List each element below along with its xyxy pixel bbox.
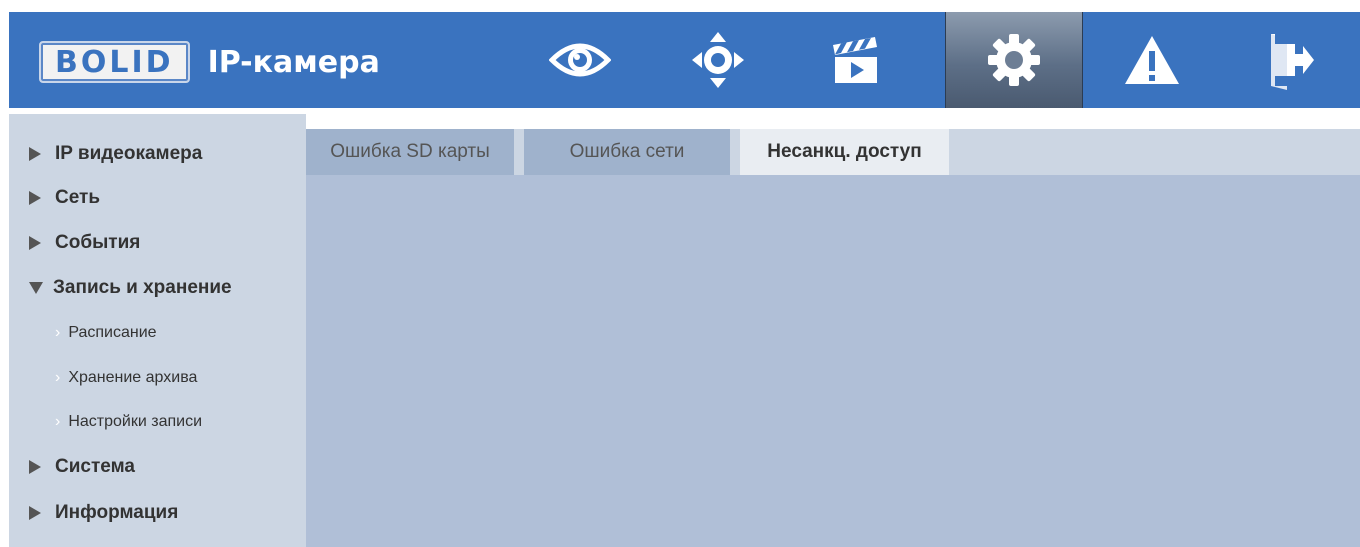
nav-playback[interactable] [787,12,925,108]
nav-ptz[interactable] [649,12,787,108]
chevron-right-icon: › [55,369,61,386]
tab-label: Ошибка сети [569,141,685,162]
clapperboard-icon [833,37,877,83]
logo-product-title: IP-камера [207,44,380,80]
expand-arrow-icon [29,147,41,161]
warning-icon [1125,36,1179,84]
top-header: BOLID IP-камера [9,12,1360,108]
expand-arrow-icon [29,191,41,205]
logo-brand-box: BOLID [39,41,190,83]
sidebar-subitem-label: Хранение архива [68,369,198,386]
expand-arrow-icon [29,506,41,520]
collapse-arrow-icon [29,282,43,294]
logo: BOLID IP-камера [39,38,380,86]
tab-unauthorized-access[interactable]: Несанкц. доступ [740,129,949,175]
nav-alarm[interactable] [1083,12,1221,108]
sidebar-menu: IP видеокамера Сеть События Запись и хра… [9,114,306,547]
expand-arrow-icon [29,236,41,250]
sidebar-subitem-label: Настройки записи [68,413,202,430]
tab-label: Ошибка SD карты [330,141,490,162]
nav-logout[interactable] [1221,12,1359,108]
chevron-right-icon: › [55,413,61,430]
chevron-right-icon: › [55,324,61,341]
nav-settings[interactable] [945,12,1083,108]
sidebar-item-network[interactable]: Сеть [9,182,326,214]
sidebar-item-system[interactable]: Система [9,451,326,483]
sidebar-item-label: Система [55,456,135,477]
tab-label: Несанкц. доступ [767,141,922,162]
sidebar-item-label: Запись и хранение [53,277,232,298]
sidebar-item-label: Информация [55,502,179,523]
sidebar-subitem-record-settings[interactable]: › Настройки записи [9,406,352,438]
sidebar-item-information[interactable]: Информация [9,497,326,529]
sidebar-subitem-label: Расписание [68,324,157,341]
sidebar-item-storage[interactable]: Запись и хранение [9,272,326,304]
gear-icon [988,34,1040,86]
logo-brand: BOLID [55,44,174,80]
logout-icon [1271,34,1314,90]
sidebar-item-ip-camera[interactable]: IP видеокамера [9,138,326,170]
eye-icon [549,43,611,77]
sidebar-item-label: Сеть [55,187,101,208]
sidebar-item-label: События [55,232,141,253]
sidebar-subitem-schedule[interactable]: › Расписание [9,317,352,349]
tab-bar: Ошибка SD карты Ошибка сети Несанкц. дос… [306,129,1360,175]
nav-live-view[interactable] [511,12,649,108]
main-content-panel [306,175,1360,547]
ptz-icon [692,32,744,88]
tab-sd-card-error[interactable]: Ошибка SD карты [306,129,514,175]
sidebar-item-events[interactable]: События [9,227,326,259]
expand-arrow-icon [29,460,41,474]
tab-network-error[interactable]: Ошибка сети [524,129,730,175]
sidebar-subitem-archive-storage[interactable]: › Хранение архива [9,362,352,394]
sidebar-item-label: IP видеокамера [55,143,203,164]
